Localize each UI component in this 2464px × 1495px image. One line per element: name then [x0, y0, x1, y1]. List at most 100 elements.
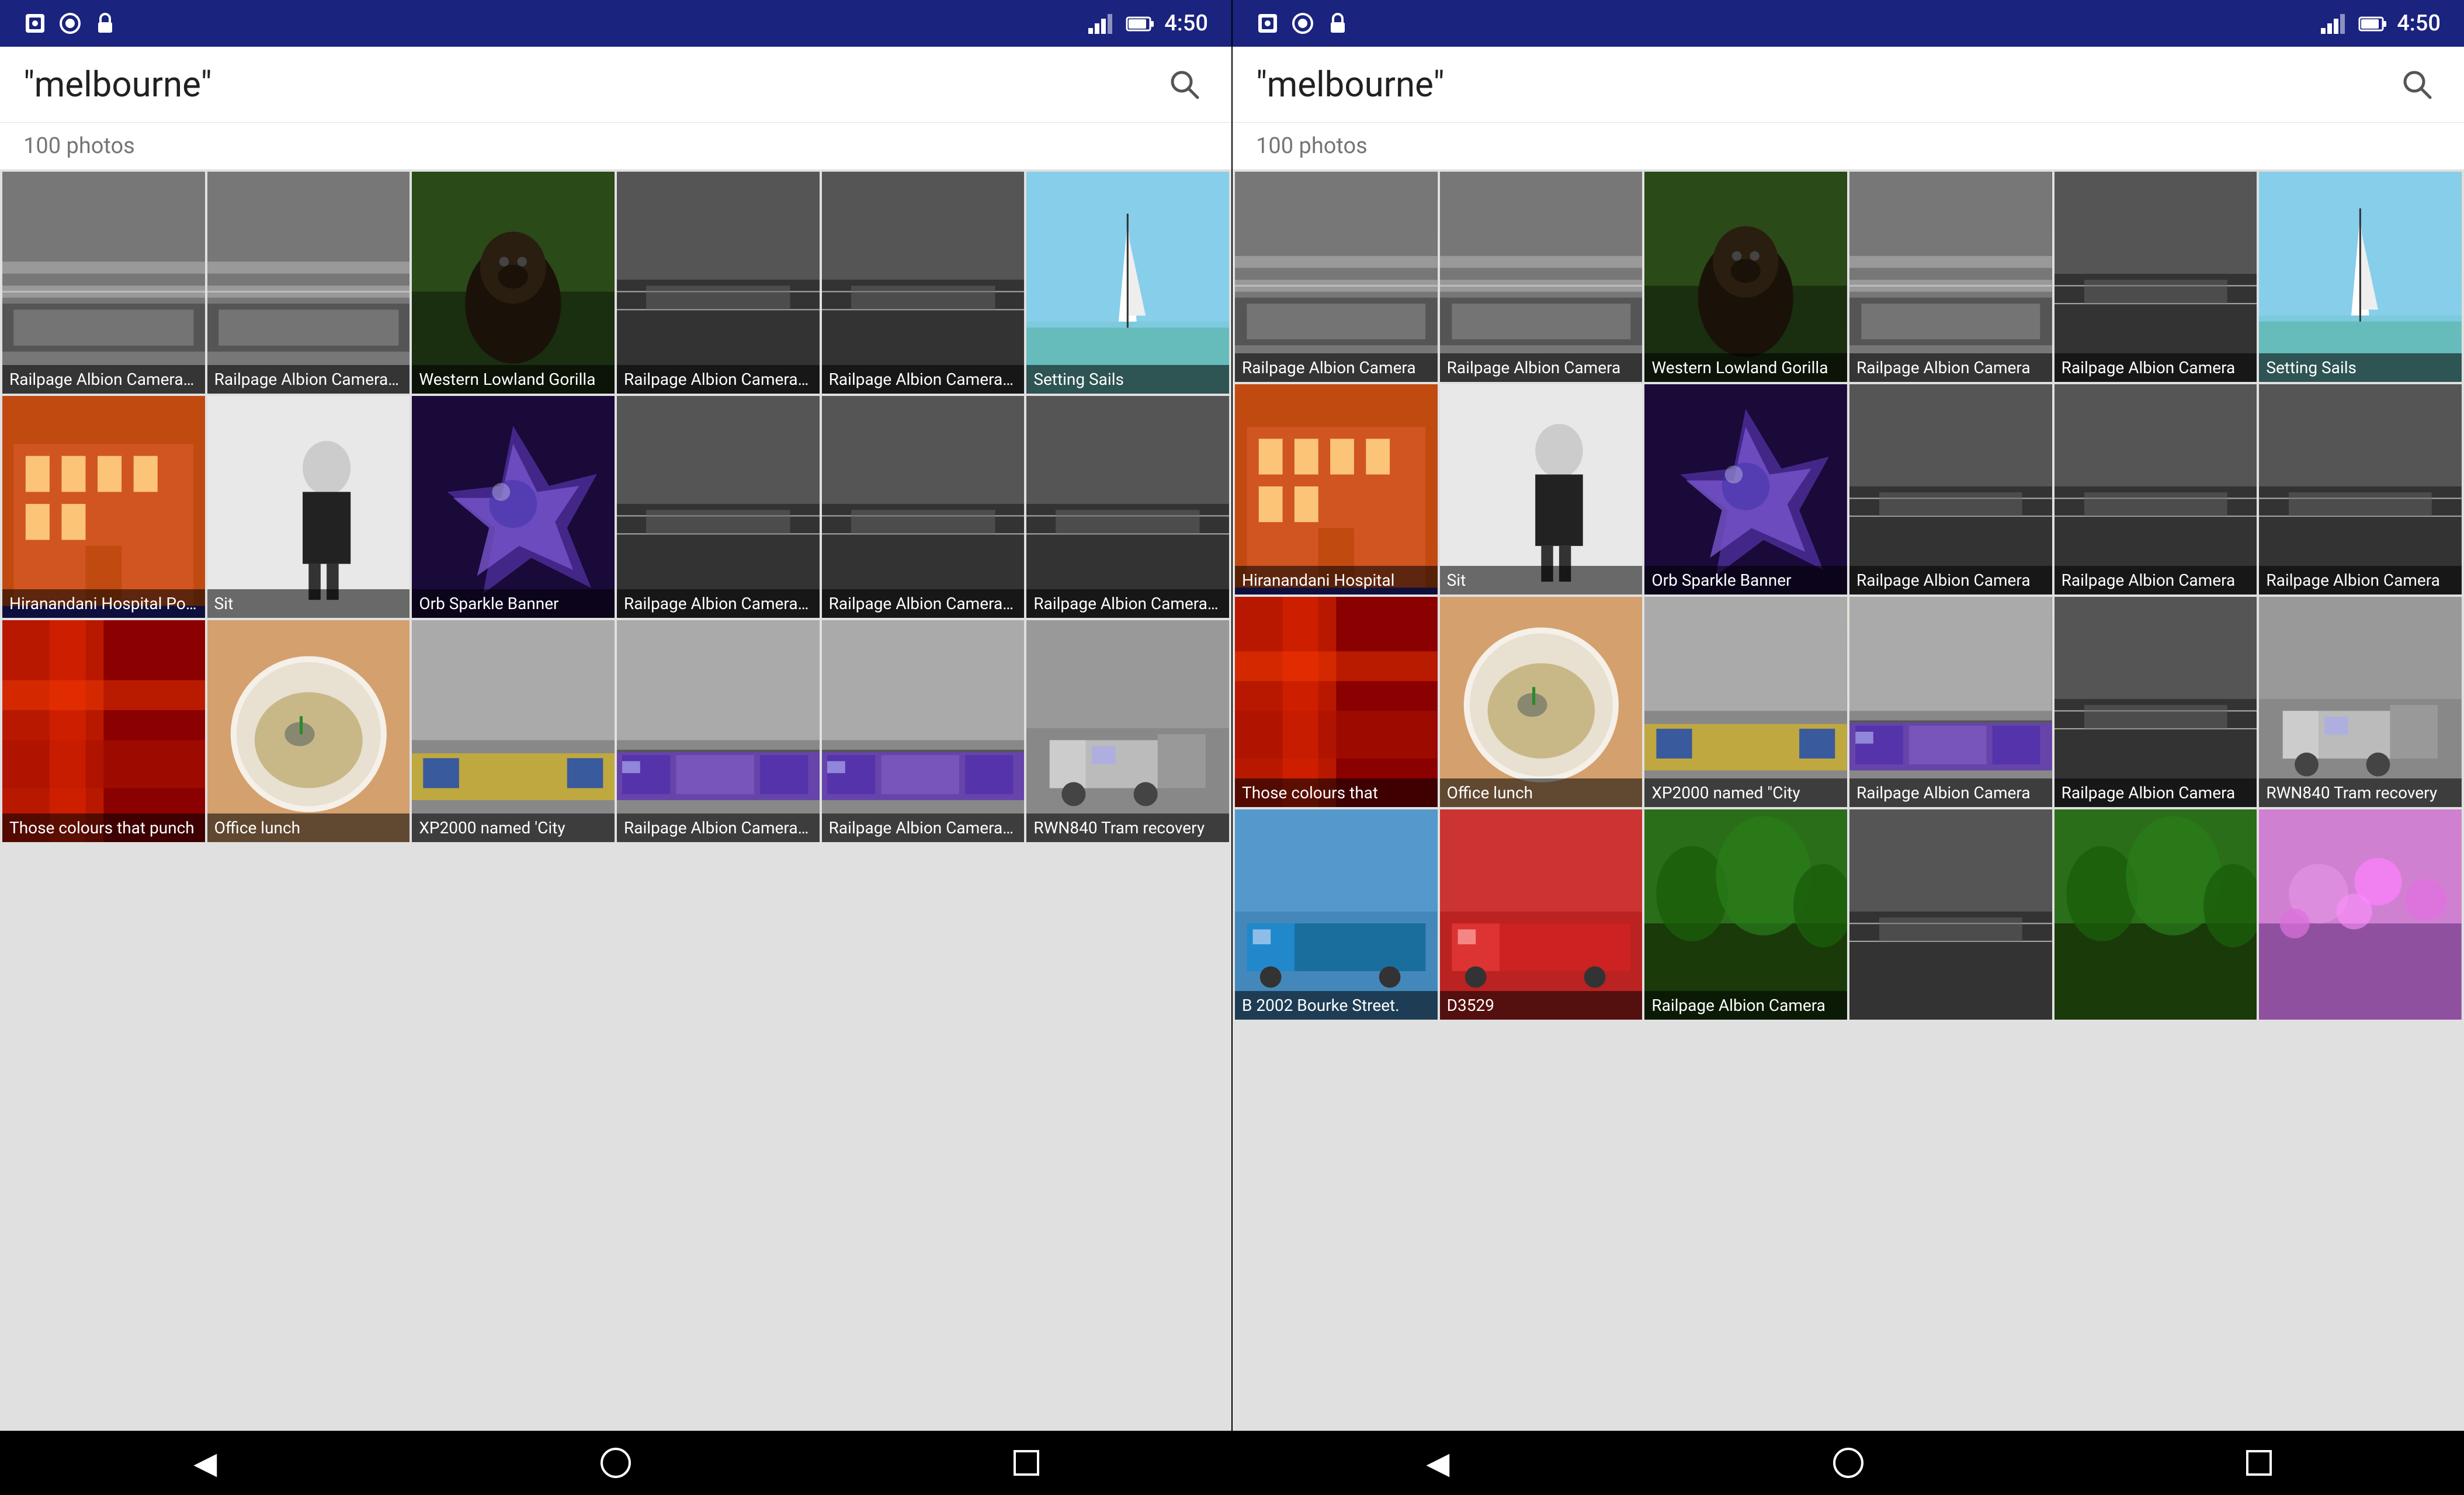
- photo-label: Sit: [207, 589, 410, 618]
- photo-cell[interactable]: Setting Sails: [1026, 172, 1229, 394]
- right-status-bar: 4:50: [1233, 0, 2464, 47]
- photo-cell[interactable]: [2055, 809, 2257, 1020]
- photo-cell[interactable]: Railpage Albion Camera: [1644, 809, 1847, 1020]
- left-search-title: "melbourne": [23, 64, 212, 105]
- photo-label: Setting Sails: [2259, 353, 2462, 382]
- photo-label: Railpage Albion Camera: [2055, 566, 2257, 594]
- right-lock-icon: [1326, 12, 1349, 35]
- photo-cell[interactable]: Railpage Albion Camera #3: [822, 172, 1025, 394]
- photo-cell[interactable]: D3529: [1440, 809, 1643, 1020]
- photo-label: Railpage Albion Camera #3: [822, 589, 1025, 618]
- photo-cell[interactable]: Office lunch: [207, 620, 410, 842]
- photo-cell[interactable]: XP2000 named 'City: [412, 620, 615, 842]
- photo-label: Railpage Albion Camera: [1849, 353, 2052, 382]
- photo-label: Railpage Albion Camera: [2259, 566, 2462, 594]
- photo-cell[interactable]: Railpage Albion Camera #3: [617, 620, 820, 842]
- left-back-button[interactable]: ◀: [182, 1440, 228, 1486]
- lock-icon: [93, 12, 117, 35]
- right-signal-icon: [2320, 12, 2349, 35]
- photo-cell[interactable]: B 2002 Bourke Street.: [1235, 809, 1438, 1020]
- photo-cell[interactable]: Those colours that punch: [2, 620, 205, 842]
- photo-label: Railpage Albion Camera #3: [1026, 589, 1229, 618]
- photo-cell[interactable]: Western Lowland Gorilla: [1644, 172, 1847, 382]
- photo-label: Railpage Albion Camera #3: [822, 813, 1025, 842]
- photo-cell[interactable]: Railpage Albion Camera #3: [822, 396, 1025, 618]
- right-search-icon: [2400, 67, 2435, 102]
- photo-label: XP2000 named "City: [1644, 778, 1847, 807]
- photo-label: Railpage Albion Camera #3: [207, 365, 410, 394]
- photo-cell[interactable]: [1849, 809, 2052, 1020]
- photo-cell[interactable]: Railpage Albion Camera: [1235, 172, 1438, 382]
- photo-label: Railpage Albion Camera: [1440, 353, 1643, 382]
- photo-label: D3529: [1440, 991, 1643, 1020]
- photo-cell[interactable]: Railpage Albion Camera: [1849, 172, 2052, 382]
- battery-icon: [1126, 12, 1155, 35]
- photo-cell[interactable]: Those colours that: [1235, 597, 1438, 807]
- left-clock: 4:50: [1164, 11, 1208, 36]
- photo-cell[interactable]: Railpage Albion Camera: [2055, 597, 2257, 807]
- photo-cell[interactable]: Railpage Albion Camera: [1849, 597, 2052, 807]
- photo-cell[interactable]: Sit: [1440, 384, 1643, 594]
- left-status-icons: [23, 12, 117, 35]
- left-status-right: 4:50: [1087, 11, 1208, 36]
- photo-cell[interactable]: Railpage Albion Camera: [1849, 384, 2052, 594]
- left-status-bar: 4:50: [0, 0, 1231, 47]
- photo-cell[interactable]: Orb Sparkle Banner: [1644, 384, 1847, 594]
- photo-cell[interactable]: Setting Sails: [2259, 172, 2462, 382]
- photo-label: Railpage Albion Camera: [2055, 778, 2257, 807]
- photo-cell[interactable]: Railpage Albion Camera #3: [617, 172, 820, 394]
- left-home-button[interactable]: [592, 1440, 639, 1486]
- photo-label: Railpage Albion Camera #3: [617, 589, 820, 618]
- right-recent-button[interactable]: [2236, 1440, 2282, 1486]
- right-home-icon: [1831, 1445, 1866, 1480]
- photo-cell[interactable]: RWN840 Tram recovery: [1026, 620, 1229, 842]
- photo-cell[interactable]: XP2000 named "City: [1644, 597, 1847, 807]
- photo-label: Railpage Albion Camera: [1235, 353, 1438, 382]
- photo-label: Those colours that punch: [2, 813, 205, 842]
- photo-label: Hiranandani Hospital Powai: [2, 589, 205, 618]
- right-back-button[interactable]: ◀: [1414, 1440, 1461, 1486]
- photo-label: Railpage Albion Camera #3: [617, 365, 820, 394]
- photo-cell[interactable]: Western Lowland Gorilla: [412, 172, 615, 394]
- photo-label: Office lunch: [1440, 778, 1643, 807]
- photo-cell[interactable]: Railpage Albion Camera #3: [617, 396, 820, 618]
- left-recent-button[interactable]: [1003, 1440, 1050, 1486]
- left-photo-count-bar: 100 photos: [0, 123, 1231, 169]
- right-search-button[interactable]: [2394, 61, 2441, 108]
- photo-cell[interactable]: Railpage Albion Camera: [2055, 384, 2257, 594]
- right-record-icon: [1291, 12, 1314, 35]
- left-recent-icon: [1009, 1445, 1044, 1480]
- photo-label: Railpage Albion Camera: [2055, 353, 2257, 382]
- photo-label: XP2000 named 'City: [412, 813, 615, 842]
- photo-cell[interactable]: Railpage Albion Camera #3: [1026, 396, 1229, 618]
- left-phone-panel: 4:50 "melbourne" 100 photos Railpage Alb…: [0, 0, 1231, 1495]
- left-app-header: "melbourne": [0, 47, 1231, 123]
- left-photo-count: 100 photos: [23, 133, 135, 159]
- photo-cell[interactable]: Railpage Albion Camera: [2259, 384, 2462, 594]
- photo-cell[interactable]: [2259, 809, 2462, 1020]
- photo-label: Western Lowland Gorilla: [412, 365, 615, 394]
- photo-cell[interactable]: Hiranandani Hospital Powai: [2, 396, 205, 618]
- right-app-header: "melbourne": [1233, 47, 2464, 123]
- photo-cell[interactable]: RWN840 Tram recovery: [2259, 597, 2462, 807]
- photo-cell[interactable]: Railpage Albion Camera #3: [822, 620, 1025, 842]
- photo-cell[interactable]: Office lunch: [1440, 597, 1643, 807]
- photo-label: Orb Sparkle Banner: [1644, 566, 1847, 594]
- photo-cell[interactable]: Railpage Albion Camera #3: [2, 172, 205, 394]
- photo-cell[interactable]: Orb Sparkle Banner: [412, 396, 615, 618]
- photo-label: Orb Sparkle Banner: [412, 589, 615, 618]
- right-search-title: "melbourne": [1256, 64, 1445, 105]
- photo-cell[interactable]: Railpage Albion Camera #3: [207, 172, 410, 394]
- right-battery-icon: [2358, 12, 2387, 35]
- right-photo-grid: Railpage Albion Camera Railpage Albion C…: [1233, 169, 2464, 1431]
- right-home-button[interactable]: [1825, 1440, 1872, 1486]
- photo-cell[interactable]: Hiranandani Hospital: [1235, 384, 1438, 594]
- right-photo-count-bar: 100 photos: [1233, 123, 2464, 169]
- photo-cell[interactable]: Sit: [207, 396, 410, 618]
- photo-label: RWN840 Tram recovery: [2259, 778, 2462, 807]
- photo-label: Railpage Albion Camera #3: [617, 813, 820, 842]
- photo-cell[interactable]: Railpage Albion Camera: [2055, 172, 2257, 382]
- left-photo-grid: Railpage Albion Camera #3 Railpage Albio…: [0, 169, 1231, 1431]
- photo-cell[interactable]: Railpage Albion Camera: [1440, 172, 1643, 382]
- left-search-button[interactable]: [1161, 61, 1208, 108]
